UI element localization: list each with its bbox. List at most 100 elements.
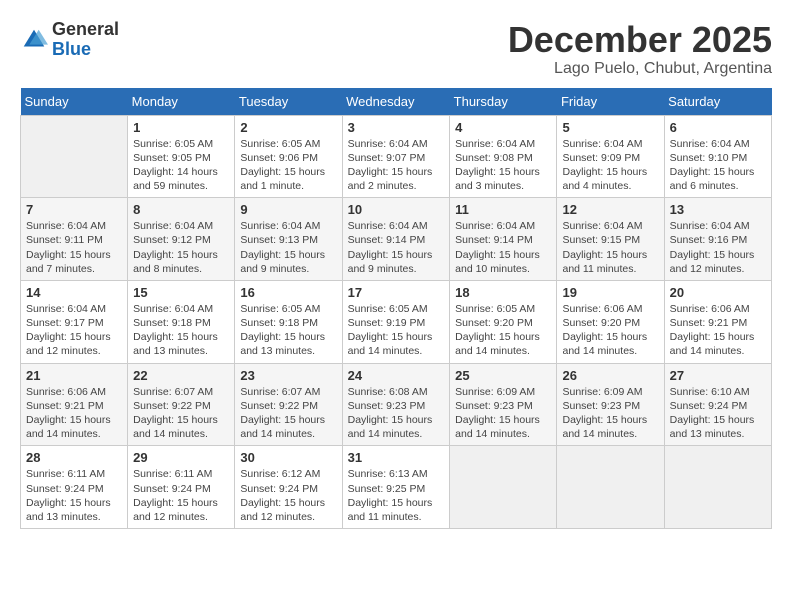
day-info: Sunrise: 6:04 AMSunset: 9:18 PMDaylight:… xyxy=(133,302,229,359)
day-info: Sunrise: 6:13 AMSunset: 9:25 PMDaylight:… xyxy=(348,467,445,524)
calendar-week: 14Sunrise: 6:04 AMSunset: 9:17 PMDayligh… xyxy=(21,280,772,363)
calendar-day: 18 Sunrise: 6:05 AMSunset: 9:20 PMDayligh… xyxy=(450,280,557,363)
calendar-day xyxy=(21,115,128,198)
calendar-week: 21 Sunrise: 6:06 AMSunset: 9:21 PMDayligh… xyxy=(21,363,772,446)
logo: General Blue xyxy=(20,20,119,60)
calendar-day: 12 Sunrise: 6:04 AMSunset: 9:15 PMDayligh… xyxy=(557,198,664,281)
calendar-table: SundayMondayTuesdayWednesdayThursdayFrid… xyxy=(20,88,772,529)
logo-icon xyxy=(20,26,48,54)
calendar-day: 26Sunrise: 6:09 AMSunset: 9:23 PMDayligh… xyxy=(557,363,664,446)
calendar-day: 30 Sunrise: 6:12 AMSunset: 9:24 PMDayligh… xyxy=(235,446,342,529)
day-info: Sunrise: 6:04 AMSunset: 9:16 PMDaylight:… xyxy=(670,219,766,276)
day-info: Sunrise: 6:04 AMSunset: 9:08 PMDaylight:… xyxy=(455,137,551,194)
calendar-day xyxy=(664,446,771,529)
day-info: Sunrise: 6:05 AMSunset: 9:19 PMDaylight:… xyxy=(348,302,445,359)
calendar-week: 1 Sunrise: 6:05 AMSunset: 9:05 PMDaylight… xyxy=(21,115,772,198)
day-number: 6 xyxy=(670,120,766,135)
day-number: 30 xyxy=(240,450,336,465)
day-number: 31 xyxy=(348,450,445,465)
day-number: 29 xyxy=(133,450,229,465)
calendar-day: 13 Sunrise: 6:04 AMSunset: 9:16 PMDayligh… xyxy=(664,198,771,281)
day-number: 27 xyxy=(670,368,766,383)
day-info: Sunrise: 6:12 AMSunset: 9:24 PMDaylight:… xyxy=(240,467,336,524)
calendar-day: 6 Sunrise: 6:04 AMSunset: 9:10 PMDaylight… xyxy=(664,115,771,198)
day-info: Sunrise: 6:11 AMSunset: 9:24 PMDaylight:… xyxy=(26,467,122,524)
calendar-day: 2 Sunrise: 6:05 AMSunset: 9:06 PMDaylight… xyxy=(235,115,342,198)
day-number: 12 xyxy=(562,202,658,217)
day-info: Sunrise: 6:07 AMSunset: 9:22 PMDaylight:… xyxy=(133,385,229,442)
calendar-day: 14Sunrise: 6:04 AMSunset: 9:17 PMDayligh… xyxy=(21,280,128,363)
calendar-day: 10 Sunrise: 6:04 AMSunset: 9:14 PMDayligh… xyxy=(342,198,450,281)
day-number: 22 xyxy=(133,368,229,383)
day-info: Sunrise: 6:09 AMSunset: 9:23 PMDaylight:… xyxy=(455,385,551,442)
day-number: 4 xyxy=(455,120,551,135)
day-number: 7 xyxy=(26,202,122,217)
calendar-day: 21 Sunrise: 6:06 AMSunset: 9:21 PMDayligh… xyxy=(21,363,128,446)
day-info: Sunrise: 6:04 AMSunset: 9:13 PMDaylight:… xyxy=(240,219,336,276)
weekday-header: Tuesday xyxy=(235,88,342,116)
day-number: 25 xyxy=(455,368,551,383)
location-title: Lago Puelo, Chubut, Argentina xyxy=(508,60,772,78)
calendar-day: 20Sunrise: 6:06 AMSunset: 9:21 PMDayligh… xyxy=(664,280,771,363)
day-number: 5 xyxy=(562,120,658,135)
calendar-day xyxy=(557,446,664,529)
calendar-day: 28 Sunrise: 6:11 AMSunset: 9:24 PMDayligh… xyxy=(21,446,128,529)
calendar-day: 27 Sunrise: 6:10 AMSunset: 9:24 PMDayligh… xyxy=(664,363,771,446)
day-number: 21 xyxy=(26,368,122,383)
calendar-day: 31 Sunrise: 6:13 AMSunset: 9:25 PMDayligh… xyxy=(342,446,450,529)
day-info: Sunrise: 6:04 AMSunset: 9:09 PMDaylight:… xyxy=(562,137,658,194)
calendar-day: 22 Sunrise: 6:07 AMSunset: 9:22 PMDayligh… xyxy=(128,363,235,446)
day-number: 11 xyxy=(455,202,551,217)
day-number: 2 xyxy=(240,120,336,135)
calendar-day: 9Sunrise: 6:04 AMSunset: 9:13 PMDaylight… xyxy=(235,198,342,281)
calendar-day: 23 Sunrise: 6:07 AMSunset: 9:22 PMDayligh… xyxy=(235,363,342,446)
calendar-day: 29 Sunrise: 6:11 AMSunset: 9:24 PMDayligh… xyxy=(128,446,235,529)
header: General Blue December 2025 Lago Puelo, C… xyxy=(20,20,772,78)
day-info: Sunrise: 6:06 AMSunset: 9:21 PMDaylight:… xyxy=(26,385,122,442)
day-info: Sunrise: 6:08 AMSunset: 9:23 PMDaylight:… xyxy=(348,385,445,442)
day-info: Sunrise: 6:05 AMSunset: 9:06 PMDaylight:… xyxy=(240,137,336,194)
calendar-day: 15Sunrise: 6:04 AMSunset: 9:18 PMDayligh… xyxy=(128,280,235,363)
calendar-header: SundayMondayTuesdayWednesdayThursdayFrid… xyxy=(21,88,772,116)
weekday-header: Friday xyxy=(557,88,664,116)
day-number: 1 xyxy=(133,120,229,135)
calendar-day: 7 Sunrise: 6:04 AMSunset: 9:11 PMDaylight… xyxy=(21,198,128,281)
weekday-header: Monday xyxy=(128,88,235,116)
weekday-header: Thursday xyxy=(450,88,557,116)
day-number: 28 xyxy=(26,450,122,465)
day-number: 8 xyxy=(133,202,229,217)
calendar-day: 5 Sunrise: 6:04 AMSunset: 9:09 PMDaylight… xyxy=(557,115,664,198)
calendar-day: 11Sunrise: 6:04 AMSunset: 9:14 PMDayligh… xyxy=(450,198,557,281)
day-info: Sunrise: 6:06 AMSunset: 9:20 PMDaylight:… xyxy=(562,302,658,359)
calendar-day: 17 Sunrise: 6:05 AMSunset: 9:19 PMDayligh… xyxy=(342,280,450,363)
day-number: 18 xyxy=(455,285,551,300)
day-info: Sunrise: 6:04 AMSunset: 9:15 PMDaylight:… xyxy=(562,219,658,276)
day-info: Sunrise: 6:04 AMSunset: 9:11 PMDaylight:… xyxy=(26,219,122,276)
day-number: 10 xyxy=(348,202,445,217)
logo-text: General Blue xyxy=(52,20,119,60)
day-number: 14 xyxy=(26,285,122,300)
calendar-day: 24Sunrise: 6:08 AMSunset: 9:23 PMDayligh… xyxy=(342,363,450,446)
calendar-day: 4 Sunrise: 6:04 AMSunset: 9:08 PMDaylight… xyxy=(450,115,557,198)
day-number: 19 xyxy=(562,285,658,300)
day-info: Sunrise: 6:04 AMSunset: 9:10 PMDaylight:… xyxy=(670,137,766,194)
day-info: Sunrise: 6:04 AMSunset: 9:14 PMDaylight:… xyxy=(348,219,445,276)
calendar-day: 1 Sunrise: 6:05 AMSunset: 9:05 PMDaylight… xyxy=(128,115,235,198)
day-info: Sunrise: 6:05 AMSunset: 9:05 PMDaylight:… xyxy=(133,137,229,194)
calendar-week: 7 Sunrise: 6:04 AMSunset: 9:11 PMDaylight… xyxy=(21,198,772,281)
day-info: Sunrise: 6:07 AMSunset: 9:22 PMDaylight:… xyxy=(240,385,336,442)
day-number: 26 xyxy=(562,368,658,383)
day-info: Sunrise: 6:04 AMSunset: 9:12 PMDaylight:… xyxy=(133,219,229,276)
day-info: Sunrise: 6:11 AMSunset: 9:24 PMDaylight:… xyxy=(133,467,229,524)
day-info: Sunrise: 6:05 AMSunset: 9:20 PMDaylight:… xyxy=(455,302,551,359)
logo-blue: Blue xyxy=(52,39,91,59)
day-number: 13 xyxy=(670,202,766,217)
month-title: December 2025 xyxy=(508,20,772,60)
weekday-header: Saturday xyxy=(664,88,771,116)
weekday-header: Wednesday xyxy=(342,88,450,116)
calendar-day: 25 Sunrise: 6:09 AMSunset: 9:23 PMDayligh… xyxy=(450,363,557,446)
day-info: Sunrise: 6:10 AMSunset: 9:24 PMDaylight:… xyxy=(670,385,766,442)
day-number: 23 xyxy=(240,368,336,383)
day-number: 20 xyxy=(670,285,766,300)
day-number: 17 xyxy=(348,285,445,300)
